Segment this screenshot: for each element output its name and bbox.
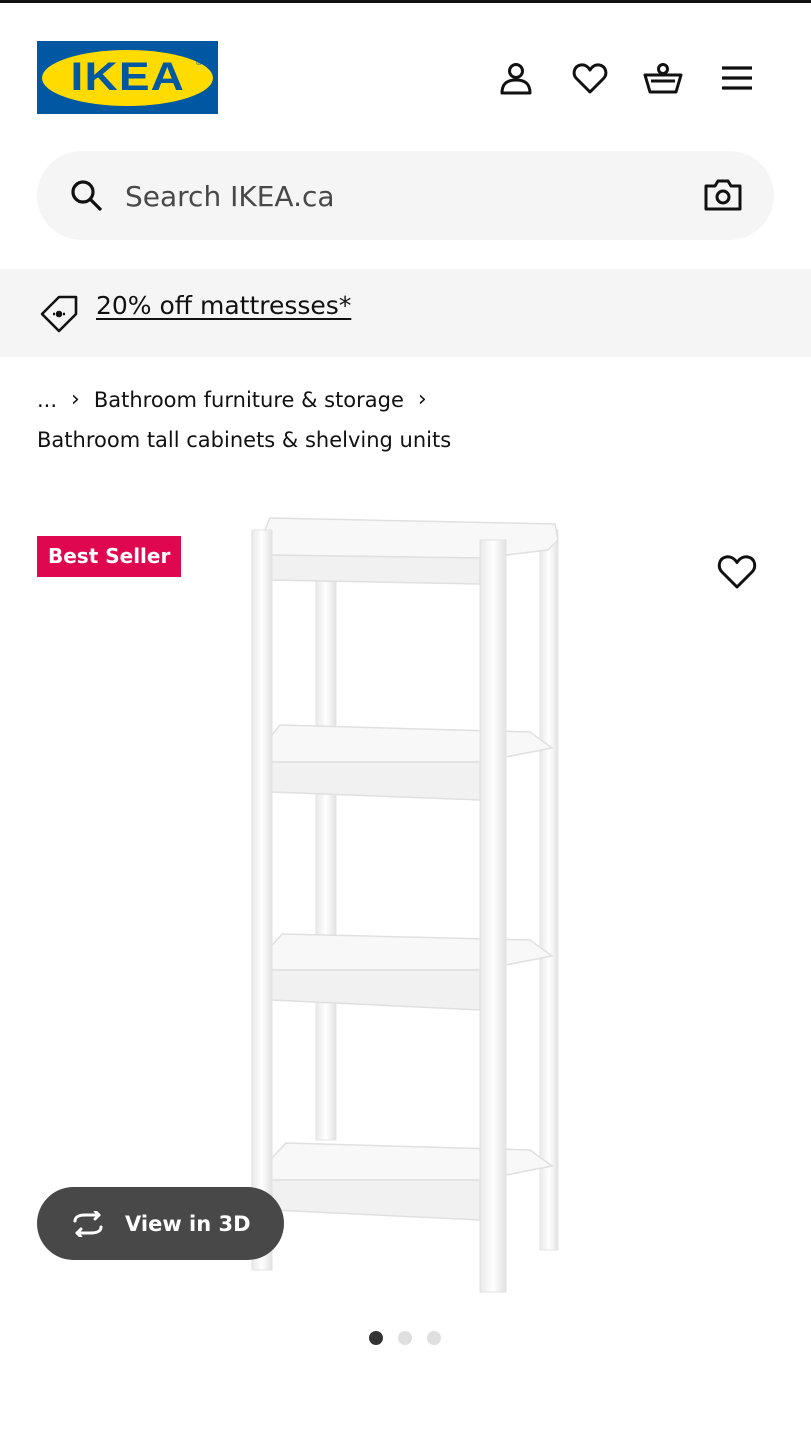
breadcrumb-current-link[interactable]: Bathroom tall cabinets & shelving units	[37, 420, 451, 460]
breadcrumb: ... › Bathroom furniture & storage › Bat…	[37, 380, 777, 460]
carousel-dot[interactable]	[427, 1331, 441, 1345]
product-image-shelving-unit[interactable]	[230, 500, 580, 1310]
logo-registered-mark: ®	[195, 57, 203, 67]
add-to-favourites-heart-icon[interactable]	[715, 549, 759, 593]
view-in-3d-button[interactable]: View in 3D	[37, 1187, 284, 1260]
price-tag-icon	[40, 295, 78, 333]
view-in-3d-label: View in 3D	[125, 1211, 251, 1236]
search-input[interactable]	[125, 173, 685, 219]
chevron-right-icon: ›	[71, 387, 80, 412]
search-icon[interactable]	[69, 178, 105, 214]
carousel-dot[interactable]	[398, 1331, 412, 1345]
promo-banner: 20% off mattresses*	[0, 269, 811, 357]
ikea-logo[interactable]: IKEA ®	[37, 41, 218, 114]
logo-oval: IKEA ®	[42, 49, 213, 106]
camera-icon[interactable]	[703, 177, 743, 213]
basket-icon[interactable]	[643, 58, 683, 98]
logo-text: IKEA	[70, 55, 185, 99]
best-seller-badge: Best Seller	[37, 536, 182, 577]
breadcrumb-ellipsis[interactable]: ...	[37, 380, 57, 420]
heart-icon[interactable]	[570, 58, 610, 98]
promo-link[interactable]: 20% off mattresses*	[96, 291, 351, 320]
site-header: IKEA ®	[0, 3, 811, 151]
breadcrumb-parent-link[interactable]: Bathroom furniture & storage	[94, 380, 404, 420]
menu-icon[interactable]	[717, 58, 757, 98]
search-bar[interactable]	[37, 151, 774, 240]
carousel-dot-active[interactable]	[369, 1331, 383, 1345]
rotate-3d-icon	[73, 1210, 103, 1237]
image-carousel-indicator	[369, 1331, 441, 1345]
chevron-right-icon: ›	[417, 387, 427, 412]
account-icon[interactable]	[496, 58, 536, 98]
